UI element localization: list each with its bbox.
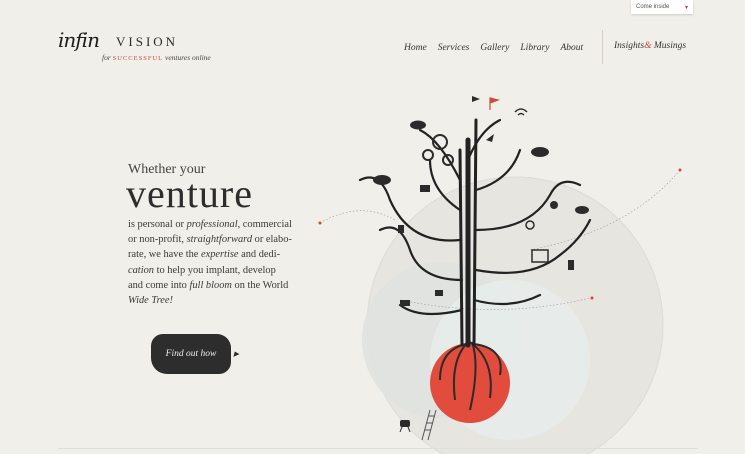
hero-body-run: full bloom [189,279,232,291]
hero-body-run: rate, we have the [128,249,201,261]
nav-item-library[interactable]: Library [520,43,549,53]
logo[interactable]: infin VISION for SUCCESSFUL ventures onl… [58,26,268,66]
tagline-highlight: SUCCESSFUL [112,55,164,62]
hero-body-run: to help you implant, develop [153,264,276,276]
dot-lower-right [590,296,594,300]
robot-icon [399,420,411,433]
hero-body-run: or elabo- [252,234,292,246]
dot-right-top [678,168,682,172]
plane-icon [472,96,480,102]
hero-body-run: professional [186,219,238,230]
nav-divider [602,30,603,64]
hero-body-run: cation [128,264,154,276]
phone-icon [568,260,574,270]
wifi-icon [514,108,528,116]
hero-body-line: or non-profit, straightforward or elabo- [128,232,318,247]
cloud-icon-3 [531,147,549,157]
hero-body-run: or non-profit, [128,234,187,246]
tagline-post: ventures online [164,53,211,62]
dotted-line-left [319,210,396,224]
book-icon [435,290,443,296]
logo-tagline: for SUCCESSFUL ventures online [102,53,211,62]
hero-body-run: and come into [128,279,190,291]
main-nav: Home Services Gallery Library About [404,41,583,55]
hero-body-run: , commercial [237,219,292,230]
hero-body-line: cation to help you implant, develop [128,263,318,278]
bird-icon [486,134,494,142]
hero-body-run: on the World [231,279,289,291]
hero-body-line: rate, we have the expertise and dedi- [128,247,318,262]
chair-icon [398,225,404,233]
hero-title: venture [126,171,253,216]
come-inside-tab[interactable]: Come inside ▾ [631,0,693,14]
envelope-icon [420,185,430,192]
insights-label: Insights [614,41,645,51]
cloud-icon-4 [575,206,589,214]
come-inside-label: Come inside [636,4,670,10]
nav-item-services[interactable]: Services [438,43,470,53]
hero-body-run: and dedi- [238,249,281,261]
camera-icon [400,300,410,306]
hero-body-line: is personal or professional, commercial [128,217,318,232]
hero-body-run: expertise [200,249,239,261]
caret-down-icon: ▾ [684,4,688,11]
bulb-icon [550,201,558,209]
arrow-right-icon: ▶ [233,350,239,358]
logo-script: infin [58,28,100,52]
gear-icon-small [422,149,434,161]
tagline-pre: for [102,53,111,62]
nav-item-insights-musings[interactable]: Insights& Musings [614,41,686,51]
dot-left [318,221,322,225]
musings-label: Musings [651,41,687,51]
nav-item-about[interactable]: About [560,43,583,53]
hero-body-run: Wide Tree! [128,295,173,307]
flag-icon [489,97,501,110]
hero-body-run: is personal or [128,219,187,230]
cloud-icon-2 [410,120,426,130]
hero-body-run: straightforward [186,234,253,246]
hero-body-line: Wide Tree! [128,293,318,308]
footer-divider [58,448,698,449]
world-wide-tree-illustration [318,96,682,454]
find-out-how-label: Find out how [165,349,217,359]
nav-item-home[interactable]: Home [404,43,427,53]
page: Come inside ▾ infin VISION for SUCCESSFU… [0,0,745,454]
cloud-icon [373,175,391,185]
hero-body: is personal or professional, commercial o… [128,217,318,308]
logo-wordmark: VISION [116,34,179,49]
find-out-how-button[interactable]: Find out how ▶ [151,334,239,374]
nav-item-gallery[interactable]: Gallery [480,43,509,53]
hero-body-line: and come into full bloom on the World [128,278,318,293]
